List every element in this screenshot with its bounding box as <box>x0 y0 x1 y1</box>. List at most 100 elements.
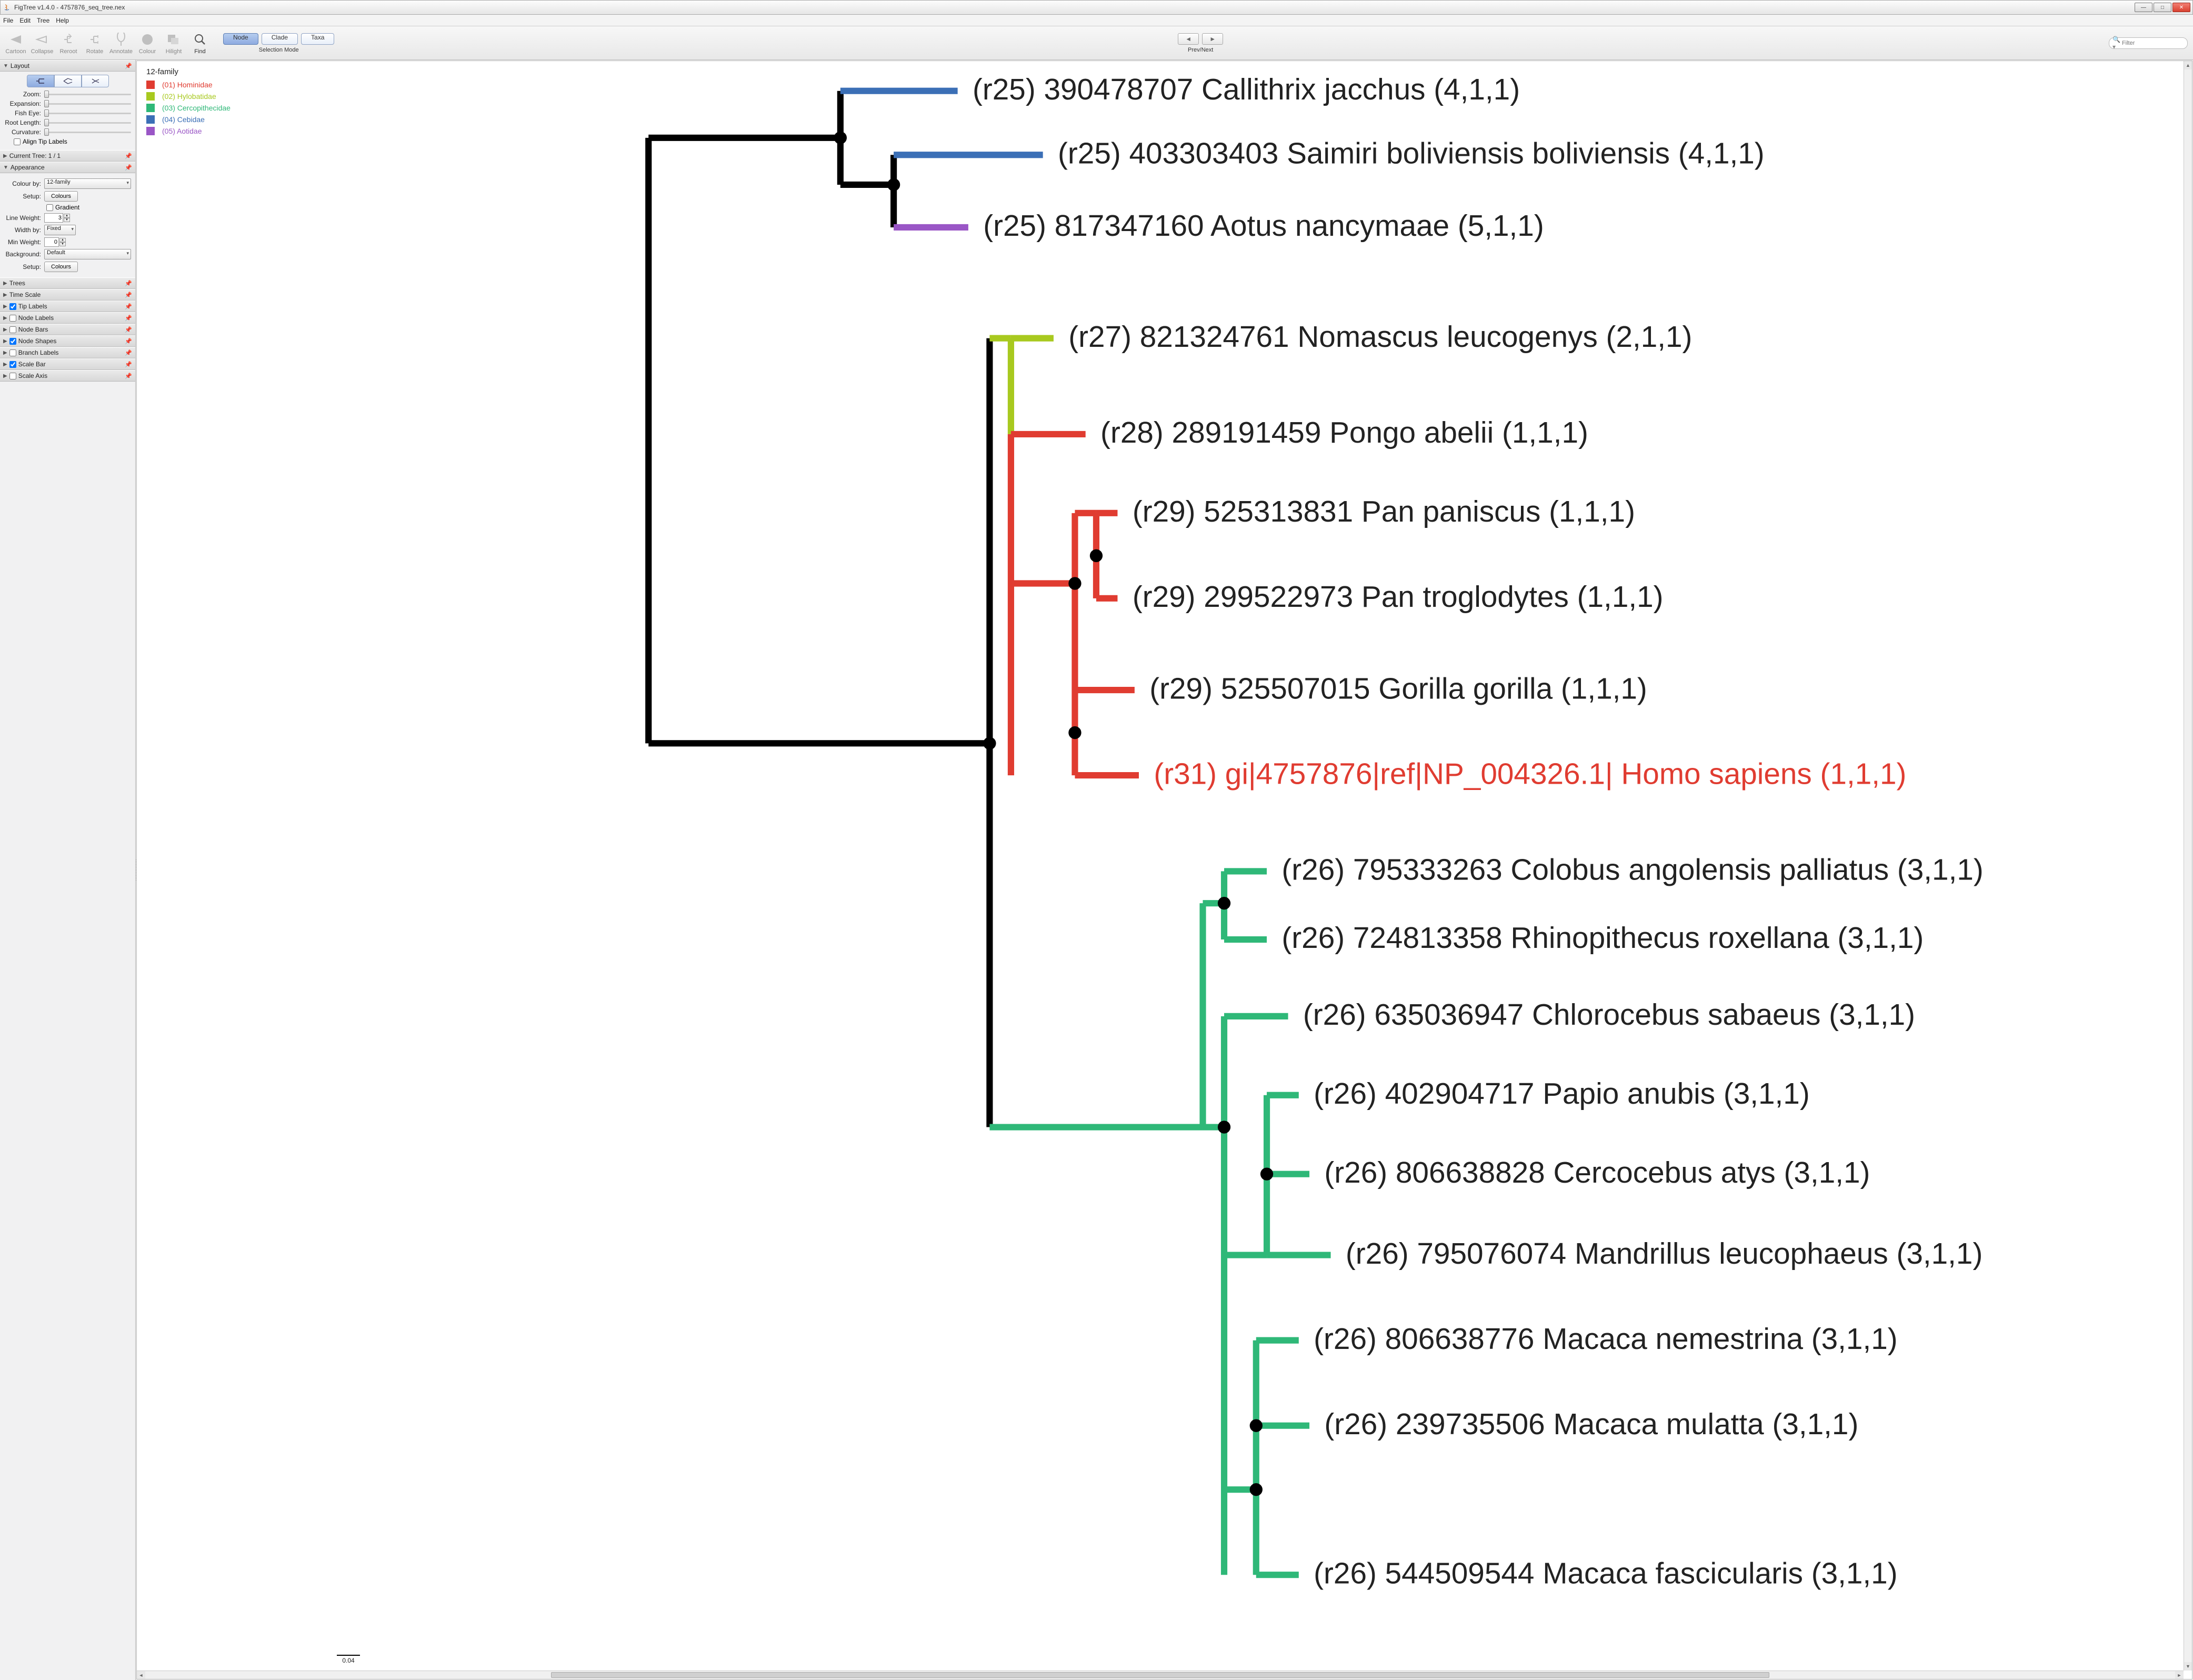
panel-currenttree-header[interactable]: ▶ Current Tree: 1 / 1 📌 <box>0 150 135 162</box>
pin-icon[interactable]: 📌 <box>125 338 132 345</box>
chevron-right-icon: ▶ <box>3 281 7 286</box>
minimize-button[interactable]: — <box>2135 3 2152 12</box>
panel-appearance-header[interactable]: ▼ Appearance 📌 <box>0 162 135 173</box>
menu-edit[interactable]: Edit <box>19 17 31 24</box>
panel-scalebar-header[interactable]: ▶Scale Bar📌 <box>0 358 135 370</box>
pin-icon[interactable]: 📌 <box>125 326 132 333</box>
pin-icon[interactable]: 📌 <box>125 292 132 298</box>
tool-reroot[interactable]: Reroot <box>56 31 81 55</box>
align-tips-checkbox[interactable] <box>14 138 21 145</box>
pin-icon[interactable]: 📌 <box>125 280 132 287</box>
panel-timescale-header[interactable]: ▶Time Scale📌 <box>0 289 135 301</box>
filter-box[interactable]: 🔍▾ ✕ <box>2109 37 2188 49</box>
pin-icon[interactable]: 📌 <box>125 63 132 69</box>
svg-text:(r31) gi|4757876|ref|NP_004326: (r31) gi|4757876|ref|NP_004326.1| Homo s… <box>1154 757 1906 791</box>
bg-colours-button[interactable]: Colours <box>44 262 78 272</box>
tree-canvas[interactable]: 12-family (01) Hominidae(02) Hylobatidae… <box>137 61 2184 1671</box>
panel-nodelabels-header[interactable]: ▶Node Labels📌 <box>0 312 135 324</box>
panel-trees-header[interactable]: ▶Trees📌 <box>0 277 135 289</box>
lineweight-input[interactable] <box>44 213 63 223</box>
scroll-down-icon[interactable]: ▼ <box>2184 1662 2192 1671</box>
minweight-spinner[interactable]: ▲▼ <box>59 238 66 246</box>
tool-find[interactable]: Find <box>187 31 213 55</box>
tool-annotate[interactable]: Annotate <box>108 31 134 55</box>
scroll-up-icon[interactable]: ▲ <box>2184 61 2192 69</box>
vscrollbar[interactable]: ▲ ▼ <box>2184 61 2192 1671</box>
scalebar-checkbox[interactable] <box>9 361 16 368</box>
panel-scaleaxis-header[interactable]: ▶Scale Axis📌 <box>0 370 135 382</box>
lineweight-spinner[interactable]: ▲▼ <box>64 214 70 222</box>
nodebars-checkbox[interactable] <box>9 326 16 333</box>
chevron-right-icon: ▶ <box>3 153 7 159</box>
layout-rect-button[interactable] <box>27 75 54 87</box>
panel-layout-header[interactable]: ▼ Layout 📌 <box>0 60 135 72</box>
nodeshapes-checkbox[interactable] <box>9 338 16 345</box>
background-select[interactable]: Default <box>44 249 131 259</box>
rotate-icon <box>86 31 103 48</box>
colour-icon <box>139 31 156 48</box>
pin-icon[interactable]: 📌 <box>125 164 132 171</box>
scroll-left-icon[interactable]: ◄ <box>137 1671 145 1679</box>
window-title: FigTree v1.4.0 - 4757876_seq_tree.nex <box>14 4 2135 11</box>
panel-nodeshapes-header[interactable]: ▶Node Shapes📌 <box>0 335 135 347</box>
fisheye-slider[interactable] <box>44 109 131 117</box>
panel-nodebars-header[interactable]: ▶Node Bars📌 <box>0 324 135 335</box>
tool-cartoon[interactable]: Cartoon <box>3 31 28 55</box>
curvature-slider[interactable] <box>44 128 131 136</box>
find-icon <box>192 31 208 48</box>
svg-text:(r26) 806638776 Macaca nemestr: (r26) 806638776 Macaca nemestrina (3,1,1… <box>1314 1323 1897 1356</box>
minweight-input[interactable] <box>44 237 59 247</box>
filter-input[interactable] <box>2122 40 2193 46</box>
maximize-button[interactable]: □ <box>2154 3 2171 12</box>
close-button[interactable]: ✕ <box>2172 3 2190 12</box>
nav-next[interactable]: ► <box>1202 33 1223 45</box>
pin-icon[interactable]: 📌 <box>125 315 132 322</box>
gradient-checkbox[interactable] <box>46 204 53 211</box>
pin-icon[interactable]: 📌 <box>125 361 132 368</box>
panel-branchlabels-header[interactable]: ▶Branch Labels📌 <box>0 347 135 358</box>
nav-prev[interactable]: ◄ <box>1178 33 1199 45</box>
selmode-taxa[interactable]: Taxa <box>301 33 334 45</box>
tool-rotate[interactable]: Rotate <box>82 31 107 55</box>
scaleaxis-checkbox[interactable] <box>9 373 16 379</box>
rootlength-slider[interactable] <box>44 119 131 126</box>
hscroll-thumb[interactable] <box>551 1672 1769 1678</box>
nodelabels-checkbox[interactable] <box>9 315 16 322</box>
tiplabels-checkbox[interactable] <box>9 303 16 310</box>
selmode-node[interactable]: Node <box>223 33 258 45</box>
pin-icon[interactable]: 📌 <box>125 303 132 310</box>
tool-collapse[interactable]: Collapse <box>29 31 55 55</box>
titlebar: FigTree v1.4.0 - 4757876_seq_tree.nex — … <box>0 0 2193 15</box>
zoom-slider[interactable] <box>44 91 131 98</box>
branchlabels-checkbox[interactable] <box>9 349 16 356</box>
hscrollbar[interactable]: ◄ ► <box>137 1671 2184 1679</box>
widthby-select[interactable]: Fixed <box>44 225 76 235</box>
svg-text:(r29) 525507015 Gorilla gorill: (r29) 525507015 Gorilla gorilla (1,1,1) <box>1149 672 1647 705</box>
svg-text:(r26) 544509544 Macaca fascicu: (r26) 544509544 Macaca fascicularis (3,1… <box>1314 1557 1897 1590</box>
pin-icon[interactable]: 📌 <box>125 373 132 379</box>
pin-icon[interactable]: 📌 <box>125 349 132 356</box>
layout-diag-button[interactable] <box>54 75 82 87</box>
chevron-right-icon: ▶ <box>3 292 7 298</box>
menu-file[interactable]: File <box>3 17 13 24</box>
pin-icon[interactable]: 📌 <box>125 153 132 159</box>
menu-help[interactable]: Help <box>56 17 69 24</box>
scroll-right-icon[interactable]: ► <box>2175 1671 2184 1679</box>
colours-button[interactable]: Colours <box>44 191 78 202</box>
chevron-right-icon: ▶ <box>3 350 7 356</box>
expansion-slider[interactable] <box>44 100 131 107</box>
reroot-icon <box>60 31 77 48</box>
colourby-select[interactable]: 12-family <box>44 178 131 189</box>
selection-mode-group: Node Clade Taxa Selection Mode <box>223 33 334 53</box>
layout-radial-button[interactable] <box>82 75 109 87</box>
chevron-right-icon: ▶ <box>3 373 7 379</box>
menu-tree[interactable]: Tree <box>37 17 49 24</box>
panel-tiplabels-header[interactable]: ▶Tip Labels📌 <box>0 301 135 312</box>
selmode-clade[interactable]: Clade <box>262 33 298 45</box>
svg-text:(r29) 299522973 Pan troglodyte: (r29) 299522973 Pan troglodytes (1,1,1) <box>1133 581 1664 614</box>
menubar: File Edit Tree Help <box>0 15 2193 26</box>
hilight-icon <box>165 31 182 48</box>
tool-colour[interactable]: Colour <box>135 31 160 55</box>
window-buttons: — □ ✕ <box>2135 3 2190 12</box>
tool-hilight[interactable]: Hilight <box>161 31 186 55</box>
